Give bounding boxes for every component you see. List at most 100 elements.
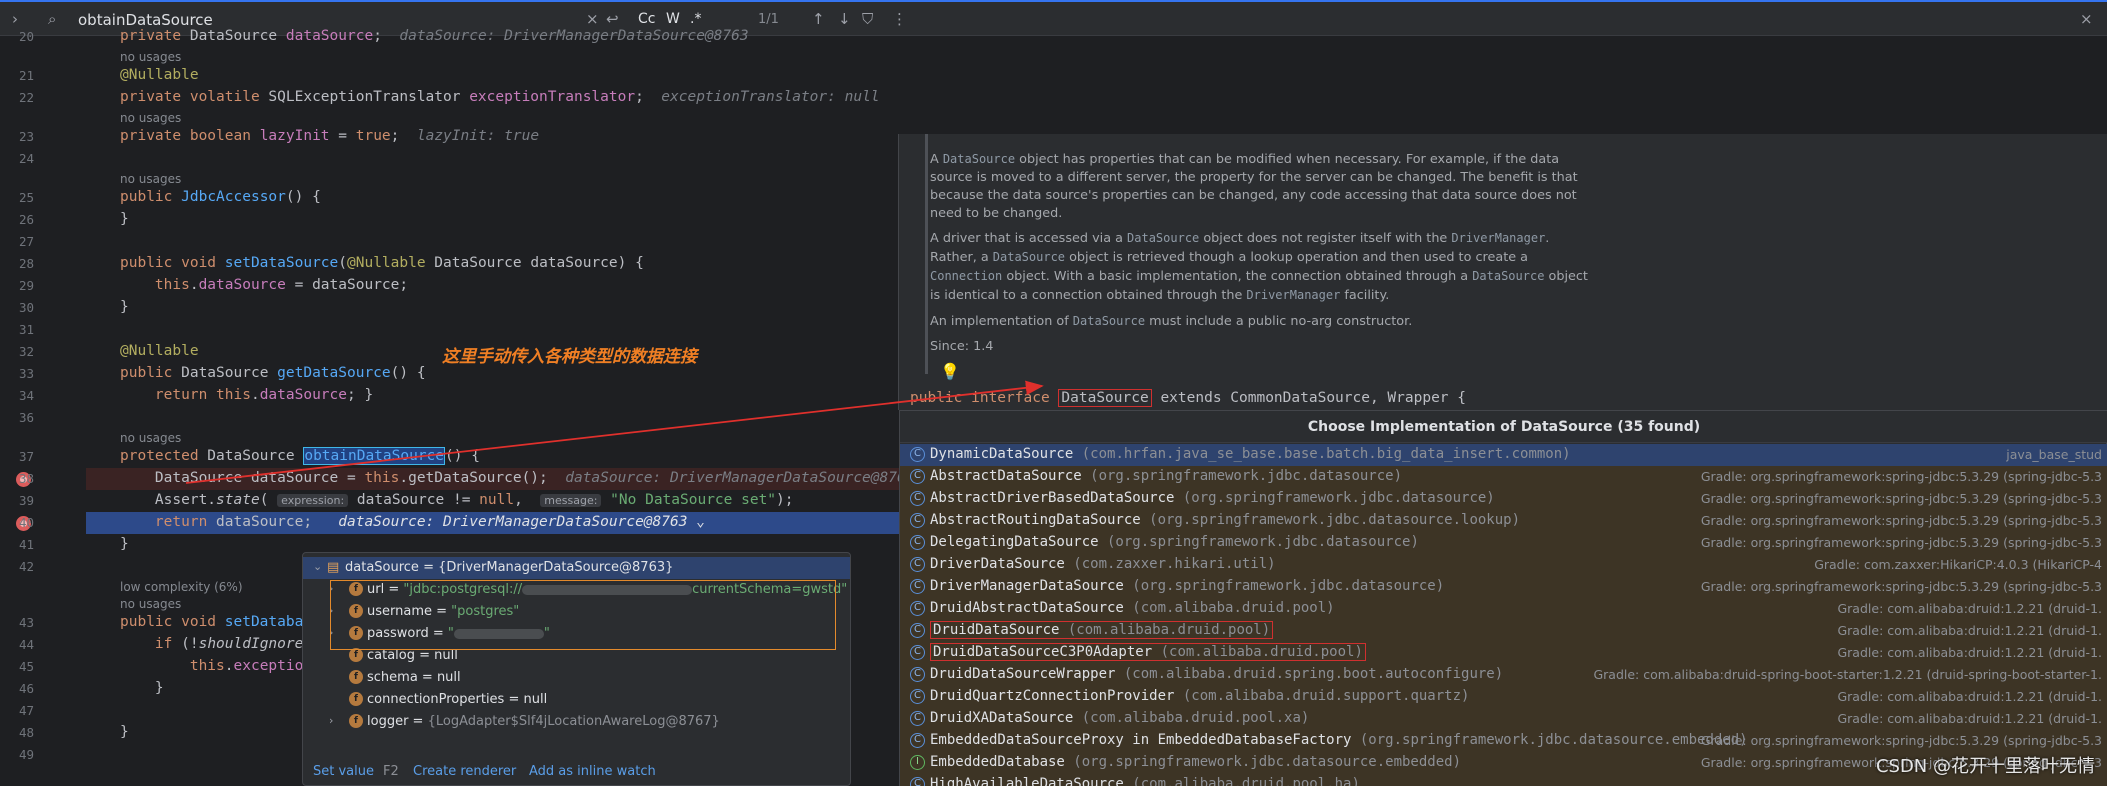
- field-icon: f: [349, 692, 363, 706]
- class-icon: C: [910, 667, 925, 682]
- line-number: 34: [18, 388, 34, 403]
- package-name: (com.alibaba.druid.pool): [1152, 644, 1363, 660]
- more-icon[interactable]: ⋮: [892, 10, 907, 28]
- library-location: Gradle: com.alibaba:druid:1.2.21 (druid-…: [1837, 645, 2102, 660]
- code-line[interactable]: @Nullable: [120, 67, 199, 83]
- usage-hint[interactable]: low complexity (6%): [120, 580, 243, 594]
- implementation-option[interactable]: C DruidQuartzConnectionProvider (com.alib…: [900, 686, 2107, 708]
- code-line[interactable]: }: [120, 211, 129, 227]
- arrow-up-icon[interactable]: ↑: [812, 10, 825, 28]
- line-number: 28: [18, 256, 34, 271]
- whole-words-toggle[interactable]: W: [666, 11, 680, 27]
- line-number: 43: [18, 615, 34, 630]
- chevron-down-icon[interactable]: ⌄: [313, 560, 322, 573]
- implementation-option[interactable]: C DynamicDataSource (com.hrfan.java_se_ba…: [900, 444, 2107, 466]
- code-line[interactable]: @Nullable: [120, 343, 199, 359]
- implementation-option[interactable]: C DruidAbstractDataSource (com.alibaba.dr…: [900, 598, 2107, 620]
- regex-toggle[interactable]: .*: [690, 11, 701, 27]
- code-line[interactable]: }: [120, 536, 129, 552]
- code-line[interactable]: protected DataSource obtainDataSource() …: [120, 447, 480, 465]
- code-line[interactable]: this.exceptionT: [120, 658, 321, 674]
- implementation-option[interactable]: C DruidXADataSource (com.alibaba.druid.po…: [900, 708, 2107, 730]
- code-line[interactable]: public DataSource getDataSource() {: [120, 365, 426, 381]
- search-icon[interactable]: ⌕: [48, 10, 56, 28]
- code-line[interactable]: public void setDatabase: [120, 614, 321, 630]
- variable-field[interactable]: f connectionProperties = null: [303, 689, 850, 711]
- option-label: DruidAbstractDataSource (com.alibaba.dru…: [930, 600, 1335, 616]
- code-line[interactable]: private boolean lazyInit = true; lazyIni…: [120, 128, 539, 144]
- match-case-toggle[interactable]: Cc: [638, 11, 655, 27]
- set-value-link[interactable]: Set value: [313, 764, 374, 779]
- package-name: (com.alibaba.druid.pool): [1059, 622, 1271, 638]
- class-icon: C: [910, 689, 925, 704]
- usage-hint[interactable]: no usages: [120, 111, 181, 125]
- line-number: 31: [18, 322, 34, 337]
- class-icon: C: [910, 645, 925, 660]
- implementation-option[interactable]: C DruidDataSource (com.alibaba.druid.pool…: [900, 620, 2107, 642]
- code-line[interactable]: private DataSource dataSource; dataSourc…: [120, 28, 749, 44]
- code-line[interactable]: }: [120, 299, 129, 315]
- lightbulb-icon[interactable]: 💡: [940, 362, 960, 381]
- implementation-option[interactable]: C DriverManagerDataSource (org.springfram…: [900, 576, 2107, 598]
- code-line[interactable]: return dataSource; dataSource: DriverMan…: [120, 514, 705, 530]
- implementation-option[interactable]: C EmbeddedDataSourceProxy in EmbeddedData…: [900, 730, 2107, 752]
- library-location: Gradle: org.springframework:spring-jdbc:…: [1700, 491, 2102, 506]
- implementation-option[interactable]: C DriverDataSource (com.zaxxer.hikari.uti…: [900, 554, 2107, 576]
- usage-hint[interactable]: no usages: [120, 50, 181, 64]
- add-inline-watch-link[interactable]: Add as inline watch: [529, 764, 656, 779]
- package-name: (com.alibaba.druid.spring.boot.autoconfi…: [1115, 666, 1504, 682]
- interface-icon: I: [910, 755, 925, 770]
- create-renderer-link[interactable]: Create renderer: [413, 764, 516, 779]
- implementation-option[interactable]: C AbstractDriverBasedDataSource (org.spri…: [900, 488, 2107, 510]
- class-icon: C: [910, 469, 925, 484]
- chevron-right-icon[interactable]: ›: [12, 10, 18, 28]
- code-line[interactable]: }: [120, 680, 164, 696]
- code-line[interactable]: this.dataSource = dataSource;: [120, 277, 408, 293]
- close-icon[interactable]: ×: [2080, 10, 2093, 28]
- library-location: Gradle: com.alibaba:druid:1.2.21 (druid-…: [1837, 711, 2102, 726]
- code-line[interactable]: public void setDataSource(@Nullable Data…: [120, 255, 644, 271]
- chevron-right-icon[interactable]: ›: [329, 714, 333, 727]
- package-name: (org.springframework.jdbc.datasource.emb…: [1064, 754, 1462, 770]
- arrow-down-icon[interactable]: ↓: [838, 10, 851, 28]
- line-number: 45: [18, 659, 34, 674]
- replace-history-icon[interactable]: ↩: [606, 10, 619, 28]
- implementation-option[interactable]: C DelegatingDataSource (org.springframewo…: [900, 532, 2107, 554]
- variable-field[interactable]: f schema = null: [303, 667, 850, 689]
- variable-root[interactable]: ⌄ ▤ dataSource = {DriverManagerDataSource@…: [303, 557, 850, 579]
- usage-hint[interactable]: no usages: [120, 431, 181, 445]
- package-name: (com.hrfan.java_se_base.base.batch.big_d…: [1073, 446, 1571, 462]
- code-line[interactable]: return this.dataSource; }: [120, 387, 373, 403]
- code-line[interactable]: private volatile SQLExceptionTranslator …: [120, 89, 880, 105]
- clear-icon[interactable]: ×: [586, 10, 599, 28]
- line-number: 33: [18, 366, 34, 381]
- decl-suffix: extends CommonDataSource, Wrapper {: [1151, 390, 1466, 406]
- code-line[interactable]: DataSource dataSource = this.getDataSour…: [120, 470, 915, 486]
- annotation-text: 这里手动传入各种类型的数据连接: [442, 347, 697, 367]
- line-number: 20: [18, 29, 34, 44]
- variable-field[interactable]: › f logger = {LogAdapter$Slf4jLocationAwar…: [303, 711, 850, 733]
- code-line[interactable]: public JdbcAccessor() {: [120, 189, 321, 205]
- package-name: (org.springframework.jdbc.datasource): [1123, 578, 1445, 594]
- line-number: 37: [18, 449, 34, 464]
- implementation-option[interactable]: C AbstractDataSource (org.springframework…: [900, 466, 2107, 488]
- library-location: java_base_stud: [2006, 447, 2102, 462]
- field-value: logger = {LogAdapter$Slf4jLocationAwareL…: [367, 714, 720, 729]
- implementation-option[interactable]: C AbstractRoutingDataSource (org.springfr…: [900, 510, 2107, 532]
- doc-quote-bar: [925, 134, 928, 374]
- class-name: DriverManagerDataSource: [930, 578, 1124, 594]
- implementation-option[interactable]: C DruidDataSourceWrapper (com.alibaba.dru…: [900, 664, 2107, 686]
- library-location: Gradle: com.alibaba:druid-spring-boot-st…: [1593, 667, 2102, 682]
- usage-hint[interactable]: no usages: [120, 597, 181, 611]
- line-number: 36: [18, 410, 34, 425]
- code-line[interactable]: }: [120, 724, 129, 740]
- code-line[interactable]: if (!shouldIgnoreXm: [120, 636, 321, 652]
- usage-hint[interactable]: no usages: [120, 172, 181, 186]
- option-label: AbstractDataSource (org.springframework.…: [930, 468, 1402, 484]
- implementation-option[interactable]: C DruidDataSourceC3P0Adapter (com.alibaba…: [900, 642, 2107, 664]
- filter-icon[interactable]: ⛉: [862, 10, 873, 28]
- package-name: (org.springframework.jdbc.datasource.loo…: [1140, 512, 1521, 528]
- doc-paragraph: A driver that is accessed via a DataSour…: [930, 231, 1588, 303]
- code-line[interactable]: Assert.state( expression: dataSource != …: [120, 492, 794, 508]
- package-name: (com.zaxxer.hikari.util): [1064, 556, 1276, 572]
